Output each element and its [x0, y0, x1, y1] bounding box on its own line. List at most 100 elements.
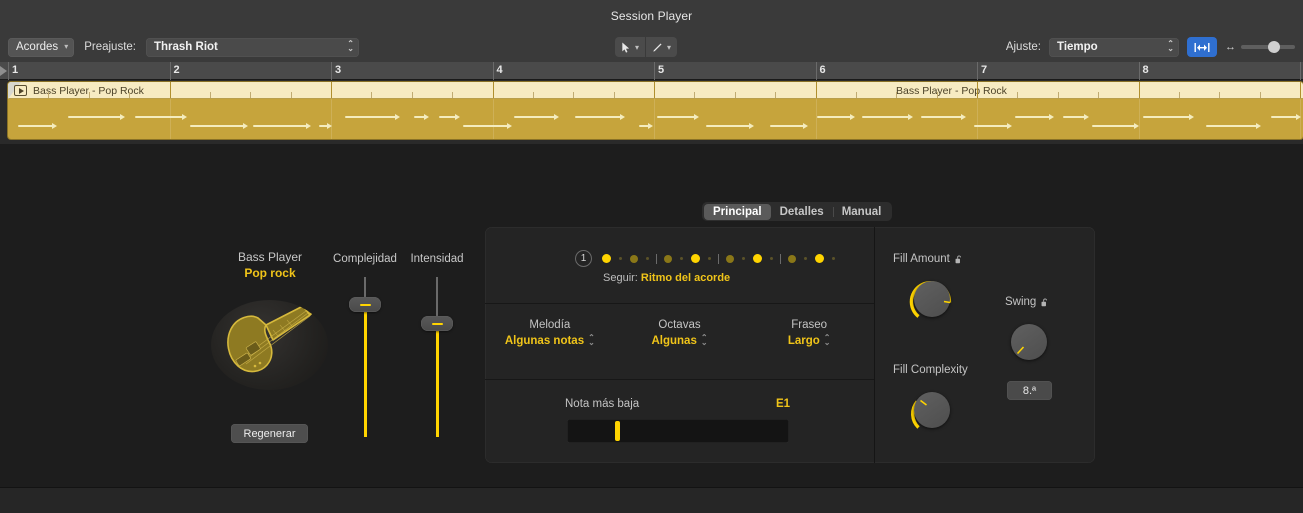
- region-note: [1271, 116, 1297, 118]
- region-note-head: [1084, 114, 1089, 120]
- pointer-tool-button[interactable]: ▾: [615, 37, 645, 57]
- region-note: [18, 125, 53, 127]
- pattern-step-dot[interactable]: [630, 255, 638, 263]
- octave-button[interactable]: 8.ª: [1007, 381, 1052, 400]
- region-notes: [8, 99, 1303, 139]
- param-label-fraseo: Fraseo: [744, 319, 874, 331]
- slider-label-intensidad: Intensidad: [403, 253, 471, 265]
- bass-guitar-icon[interactable]: [211, 300, 328, 390]
- region-note-head: [1296, 114, 1301, 120]
- ruler-bar-number: 7: [981, 64, 987, 76]
- knob-pointer-fill-complexity: [905, 383, 959, 437]
- regenerate-button[interactable]: Regenerar: [231, 424, 308, 443]
- zoom-slider[interactable]: ↔: [1225, 41, 1295, 53]
- knob-fill-amount[interactable]: [905, 272, 959, 326]
- instrument-title: Bass Player: [205, 250, 335, 264]
- rhythm-pattern[interactable]: 1: [575, 250, 835, 267]
- tab-manual[interactable]: Manual: [833, 204, 891, 220]
- fit-to-window-icon: [1194, 42, 1210, 53]
- unlocked-padlock-icon[interactable]: [955, 255, 963, 264]
- region-note: [463, 125, 508, 127]
- region-note: [514, 116, 555, 118]
- follow-setting[interactable]: Seguir: Ritmo del acorde: [603, 272, 730, 284]
- knob-swing[interactable]: [1002, 315, 1056, 369]
- pattern-step-dot[interactable]: [770, 257, 773, 260]
- pattern-step-dot[interactable]: [726, 255, 734, 263]
- tab-detalles[interactable]: Detalles: [771, 204, 833, 220]
- pattern-step-dot[interactable]: [753, 254, 762, 263]
- mode-popup-button[interactable]: Acordes ▾: [8, 38, 74, 57]
- parameter-row: Melodía Algunas notas ⌃⌄ Octavas Algunas…: [485, 319, 874, 349]
- pattern-number-badge[interactable]: 1: [575, 250, 592, 267]
- region-header[interactable]: Bass Player - Pop Rock Bass Player - Pop…: [8, 82, 1303, 99]
- follow-value[interactable]: Ritmo del acorde: [641, 272, 730, 284]
- pencil-tool-button[interactable]: ▾: [645, 37, 677, 57]
- fit-to-window-button[interactable]: [1187, 37, 1217, 57]
- zoom-slider-track[interactable]: [1241, 45, 1295, 49]
- param-select-fraseo[interactable]: Largo ⌃⌄: [788, 335, 831, 347]
- arrow-pointer-icon: [621, 42, 631, 53]
- tab-principal[interactable]: Principal: [704, 204, 771, 220]
- zoom-slider-handle[interactable]: [1268, 41, 1280, 53]
- instrument-style: Pop rock: [205, 266, 335, 280]
- region-bar-line: [493, 99, 494, 139]
- pattern-step-dot[interactable]: [815, 254, 824, 263]
- slider-handle-intensidad[interactable]: [421, 316, 453, 331]
- pattern-step-dot[interactable]: [708, 257, 711, 260]
- plugin-tab-bar[interactable]: PrincipalDetallesManual: [702, 202, 892, 221]
- param-select-octavas[interactable]: Algunas ⌃⌄: [651, 335, 707, 347]
- pattern-step-dot[interactable]: [788, 255, 796, 263]
- bar-ruler[interactable]: 123456789: [0, 62, 1303, 80]
- region-bar-line: [977, 99, 978, 139]
- unlocked-padlock-icon[interactable]: [1041, 298, 1049, 307]
- region-note: [135, 116, 183, 118]
- preset-value: Thrash Riot: [154, 41, 218, 53]
- region-note-head: [850, 114, 855, 120]
- pattern-step-dot[interactable]: [832, 257, 835, 260]
- region-note: [575, 116, 621, 118]
- region-play-icon[interactable]: [14, 85, 27, 96]
- pattern-step-dot[interactable]: [664, 255, 672, 263]
- pattern-step-dot[interactable]: [602, 254, 611, 263]
- chevron-down-icon: ▾: [64, 43, 68, 51]
- region-ruler-tick: [856, 92, 857, 98]
- midi-region[interactable]: Bass Player - Pop Rock Bass Player - Pop…: [8, 82, 1303, 139]
- region-name-right: Bass Player - Pop Rock: [896, 85, 1007, 97]
- pattern-step-dot[interactable]: [804, 257, 807, 260]
- region-note-head: [120, 114, 125, 120]
- region-note: [345, 116, 396, 118]
- window-titlebar: Session Player: [0, 0, 1303, 32]
- region-note: [253, 125, 307, 127]
- bass-guitar-illustration: [211, 300, 328, 390]
- pattern-steps[interactable]: [602, 254, 835, 264]
- stepper-icon: ⌃⌄: [1167, 42, 1174, 52]
- pattern-step-dot[interactable]: [742, 257, 745, 260]
- region-note-head: [1189, 114, 1194, 120]
- session-player-window: Session Player Acordes ▾ Preajuste: Thra…: [0, 0, 1303, 513]
- pattern-step-dot[interactable]: [680, 257, 683, 260]
- region-note: [439, 116, 456, 118]
- preset-select[interactable]: Thrash Riot ⌃⌄: [146, 38, 359, 57]
- param-select-melodia[interactable]: Algunas notas ⌃⌄: [505, 335, 595, 347]
- region-ruler-tick: [533, 92, 534, 98]
- region-note: [921, 116, 962, 118]
- region-ruler-tick: [291, 92, 292, 98]
- lowest-note-slider-handle[interactable]: [615, 421, 620, 441]
- region-ruler-tick: [816, 82, 817, 98]
- snap-select[interactable]: Tiempo ⌃⌄: [1049, 38, 1179, 57]
- stepper-icon: ⌃⌄: [347, 42, 354, 52]
- param-fraseo: Fraseo Largo ⌃⌄: [744, 319, 874, 349]
- knob-fill-complexity[interactable]: [905, 383, 959, 437]
- pattern-step-dot[interactable]: [646, 257, 649, 260]
- slider-handle-complejidad[interactable]: [349, 297, 381, 312]
- panel-vertical-divider: [874, 227, 875, 463]
- lowest-note-value: E1: [776, 398, 790, 410]
- region-ruler-tick: [331, 82, 332, 98]
- panel-divider-2: [485, 379, 874, 380]
- lowest-note-slider[interactable]: [567, 419, 789, 443]
- region-ruler-tick: [210, 92, 211, 98]
- region-note: [1206, 125, 1257, 127]
- region-note-head: [52, 123, 57, 129]
- pattern-step-dot[interactable]: [619, 257, 622, 260]
- pattern-step-dot[interactable]: [691, 254, 700, 263]
